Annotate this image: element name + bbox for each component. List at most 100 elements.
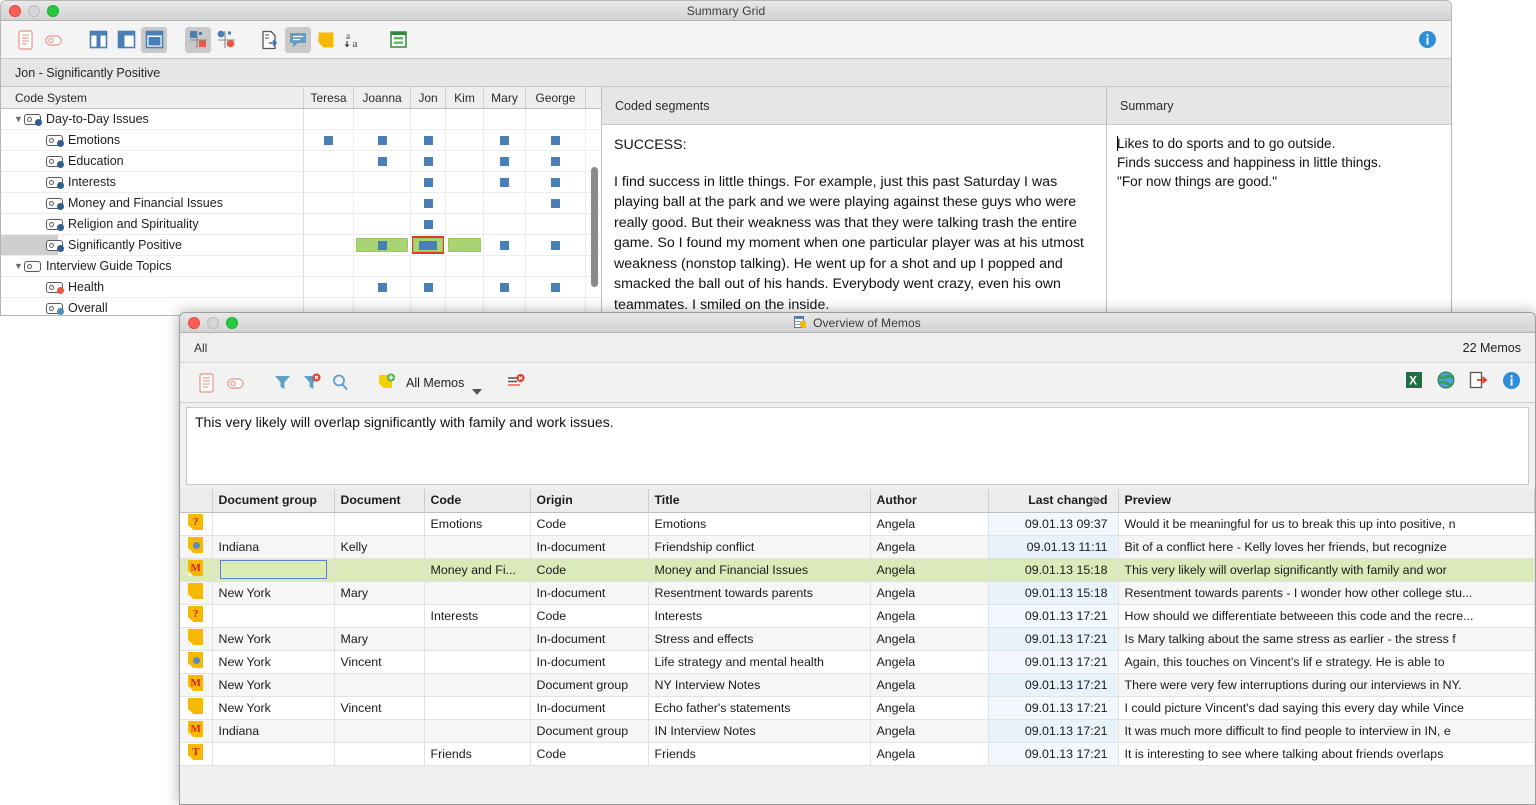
grid-cell[interactable] [411, 214, 446, 234]
memos-close-button[interactable] [188, 317, 200, 329]
memos-col-icon[interactable] [180, 489, 213, 513]
grid-row[interactable]: Money and Financial Issues [1, 193, 601, 214]
memo-title[interactable]: Echo father's statements [648, 696, 871, 720]
grid-person-header-george[interactable]: George [526, 87, 586, 108]
memo-last-changed[interactable]: 09.01.13 17:21 [988, 650, 1119, 674]
grid-cell[interactable] [446, 235, 484, 255]
window-controls[interactable] [9, 5, 59, 17]
grid-cell[interactable] [484, 235, 526, 255]
grid-row[interactable]: Emotions [1, 130, 601, 151]
memo-origin[interactable]: Code [530, 558, 649, 582]
grid-cell[interactable] [304, 193, 354, 213]
memo-code[interactable] [424, 535, 531, 559]
memo-document[interactable]: Vincent [334, 696, 425, 720]
memos-col-code[interactable]: Code [424, 489, 531, 513]
memos-minimize-button[interactable] [207, 317, 219, 329]
memo-document[interactable] [334, 673, 425, 697]
grid-cell[interactable] [304, 130, 354, 150]
grid-person-header-teresa[interactable]: Teresa [304, 87, 354, 108]
clear-list-icon[interactable] [502, 370, 528, 396]
memo-origin[interactable]: In-document [530, 650, 649, 674]
info-icon[interactable] [1418, 30, 1437, 54]
grid-cell[interactable] [484, 193, 526, 213]
memo-title[interactable]: Interests [648, 604, 871, 628]
chevron-down-icon[interactable]: ▼ [13, 114, 24, 124]
memo-preview[interactable]: Resentment towards parents - I wonder ho… [1118, 581, 1535, 605]
memo-row[interactable]: M Indiana Document group IN Interview Notes… [180, 719, 1535, 743]
memo-title[interactable]: Emotions [648, 512, 871, 536]
grid-row-label-cell[interactable]: Religion and Spirituality [1, 214, 304, 234]
memo-last-changed[interactable]: 09.01.13 17:21 [988, 673, 1119, 697]
grid-row[interactable]: ▼ Interview Guide Topics [1, 256, 601, 277]
close-button[interactable] [9, 5, 21, 17]
memo-preview[interactable]: How should we differentiate betweeen thi… [1118, 604, 1535, 628]
memo-last-changed[interactable]: 09.01.13 15:18 [988, 558, 1119, 582]
minimize-button[interactable] [28, 5, 40, 17]
grid-cell[interactable] [411, 235, 446, 255]
grid-cell[interactable] [446, 130, 484, 150]
memo-author[interactable]: Angela [870, 627, 989, 651]
memo-title[interactable]: IN Interview Notes [648, 719, 871, 743]
memo-editor[interactable]: This very likely will overlap significan… [186, 407, 1529, 485]
grid-row[interactable]: Significantly Positive [1, 235, 601, 256]
code-matrix-icon[interactable] [185, 26, 211, 53]
memo-author[interactable]: Angela [870, 742, 989, 766]
memo-author[interactable]: Angela [870, 650, 989, 674]
grid-row-label-cell[interactable]: Emotions [1, 130, 304, 150]
grid-cell[interactable] [484, 277, 526, 297]
grid-cell[interactable] [304, 172, 354, 192]
grid-row[interactable]: ▼ Day-to-Day Issues [1, 109, 601, 130]
grid-cell[interactable] [304, 277, 354, 297]
grid-row-label-cell[interactable]: Money and Financial Issues [1, 193, 304, 213]
memo-row[interactable]: ? Interests Code Interests Angela 09.01.13 17… [180, 604, 1535, 628]
memo-preview[interactable]: There were very few interruptions during… [1118, 673, 1535, 697]
grid-cell[interactable] [411, 193, 446, 213]
memos-col-origin[interactable]: Origin [530, 489, 649, 513]
memo-last-changed[interactable]: 09.01.13 17:21 [988, 604, 1119, 628]
memo-author[interactable]: Angela [870, 535, 989, 559]
memo-code[interactable] [424, 650, 531, 674]
memo-author[interactable]: Angela [870, 558, 989, 582]
summary-table-icon[interactable] [385, 27, 411, 53]
memo-row[interactable]: Indiana Kelly In-document Friendship confli… [180, 535, 1535, 559]
grid-person-header-joanna[interactable]: Joanna [354, 87, 411, 108]
search-icon[interactable] [327, 370, 353, 396]
grid-cell[interactable] [354, 109, 411, 129]
grid-cell[interactable] [446, 277, 484, 297]
grid-person-header-kim[interactable]: Kim [446, 87, 484, 108]
grid-cell[interactable] [411, 130, 446, 150]
grid-cell[interactable] [484, 214, 526, 234]
memo-document-group[interactable] [212, 604, 335, 628]
memo-origin[interactable]: Code [530, 742, 649, 766]
chevron-down-icon[interactable] [472, 389, 483, 395]
chevron-down-icon[interactable]: ▼ [13, 261, 24, 271]
memo-author[interactable]: Angela [870, 696, 989, 720]
memo-author[interactable]: Angela [870, 673, 989, 697]
memo-row[interactable]: New York Vincent In-document Echo father's … [180, 696, 1535, 720]
memo-note-icon[interactable] [313, 27, 339, 53]
grid-row-label-cell[interactable]: Health [1, 277, 304, 297]
tab-all[interactable]: All [194, 341, 207, 355]
memo-preview[interactable]: This very likely will overlap significan… [1118, 558, 1535, 582]
memo-title[interactable]: Resentment towards parents [648, 581, 871, 605]
memo-code[interactable] [424, 696, 531, 720]
memos-col-author[interactable]: Author [870, 489, 989, 513]
memos-maximize-button[interactable] [226, 317, 238, 329]
grid-row-label-cell[interactable]: ▼ Interview Guide Topics [1, 256, 304, 276]
memo-document[interactable] [334, 604, 425, 628]
new-memo-icon[interactable] [373, 370, 399, 396]
grid-cell[interactable] [411, 277, 446, 297]
memos-col-document[interactable]: Document [334, 489, 425, 513]
grid-cell[interactable] [446, 151, 484, 171]
memo-document[interactable]: Kelly [334, 535, 425, 559]
grid-row[interactable]: Health [1, 277, 601, 298]
code-system-header[interactable]: Code System [1, 87, 304, 108]
memos-col-preview[interactable]: Preview [1118, 489, 1535, 513]
memo-document-group[interactable]: New York [212, 696, 335, 720]
memo-preview[interactable]: It is interesting to see where talking a… [1118, 742, 1535, 766]
grid-cell[interactable] [446, 172, 484, 192]
memo-code[interactable] [424, 581, 531, 605]
memo-title[interactable]: Friendship conflict [648, 535, 871, 559]
memo-title[interactable]: Life strategy and mental health [648, 650, 871, 674]
grid-person-header-mary[interactable]: Mary [484, 87, 526, 108]
